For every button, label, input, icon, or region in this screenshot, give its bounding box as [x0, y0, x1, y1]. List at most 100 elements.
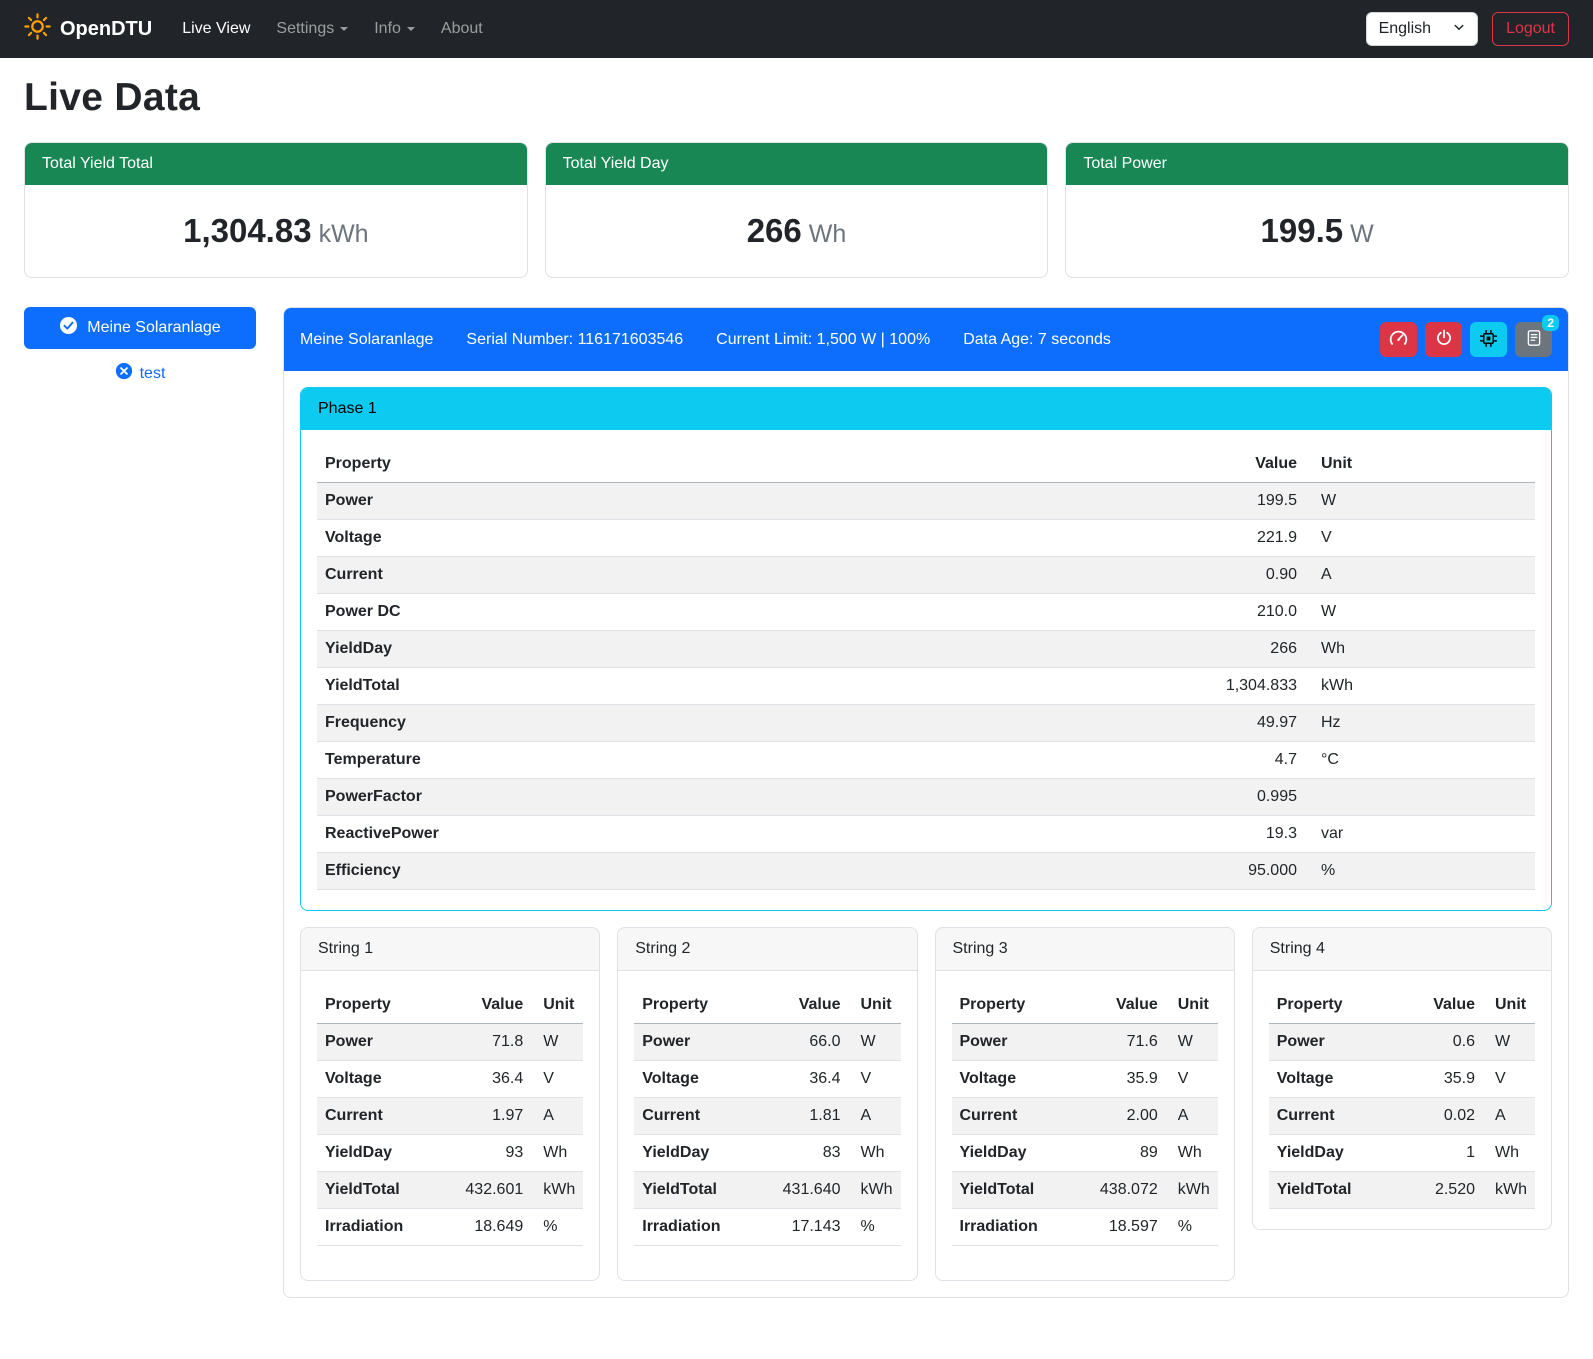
row-unit: A: [1305, 557, 1535, 594]
event-log-button[interactable]: 2: [1515, 322, 1552, 357]
power-control-button[interactable]: [1425, 322, 1462, 357]
strings-row: String 1 Property Value Unit: [300, 927, 1552, 1281]
summary-card-total-power: Total Power 199.5W: [1065, 142, 1569, 278]
inverter-serial: Serial Number: 116171603546: [466, 331, 683, 349]
column-value: Value: [1072, 987, 1166, 1024]
nav-item-settings[interactable]: Settings: [266, 12, 358, 46]
summary-card-title: Total Yield Total: [25, 143, 527, 185]
row-value: 1: [1400, 1135, 1483, 1172]
inverter-limit: Current Limit: 1,500 W | 100%: [716, 331, 930, 349]
column-property: Property: [317, 987, 437, 1024]
table-row: Temperature 4.7 °C: [317, 742, 1535, 779]
inverter-card: Meine Solaranlage Serial Number: 1161716…: [283, 307, 1569, 1298]
string-body: Property Value Unit Power: [618, 971, 916, 1280]
row-value: 35.9: [1072, 1061, 1166, 1098]
row-value: 210.0: [908, 594, 1305, 631]
row-unit: V: [849, 1061, 901, 1098]
limit-settings-button[interactable]: [1380, 322, 1417, 357]
table-row: Efficiency 95.000 %: [317, 853, 1535, 890]
column-value: Value: [908, 446, 1305, 483]
row-unit: V: [1166, 1061, 1218, 1098]
language-select[interactable]: English: [1366, 12, 1478, 46]
logout-button[interactable]: Logout: [1492, 12, 1569, 46]
row-property: Irradiation: [317, 1209, 437, 1246]
table-row: Voltage 35.9 V: [1269, 1061, 1535, 1098]
row-value: 49.97: [908, 705, 1305, 742]
device-info-button[interactable]: [1470, 322, 1507, 357]
inverter-button-selected[interactable]: Meine Solaranlage: [24, 307, 256, 349]
column-unit: Unit: [531, 987, 583, 1024]
row-unit: kWh: [1483, 1172, 1535, 1209]
value-number: 199.5: [1261, 212, 1344, 249]
table-row: YieldDay 266 Wh: [317, 631, 1535, 668]
table-row: YieldDay 93 Wh: [317, 1135, 583, 1172]
nav-item-live-view[interactable]: Live View: [172, 12, 260, 46]
row-unit: kWh: [1166, 1172, 1218, 1209]
row-value: 4.7: [908, 742, 1305, 779]
inverter-button-test[interactable]: test: [105, 358, 176, 389]
row-property: YieldDay: [634, 1135, 754, 1172]
inverter-button-label: Meine Solaranlage: [87, 319, 220, 337]
row-unit: Wh: [849, 1135, 901, 1172]
inverter-button-label: test: [140, 365, 166, 383]
column-unit: Unit: [849, 987, 901, 1024]
row-unit: W: [1483, 1024, 1535, 1061]
gauge-icon: [1389, 329, 1408, 351]
row-unit: W: [1166, 1024, 1218, 1061]
row-unit: Wh: [1483, 1135, 1535, 1172]
row-value: 0.6: [1400, 1024, 1483, 1061]
column-property: Property: [634, 987, 754, 1024]
brand-label: OpenDTU: [60, 18, 152, 41]
page-title: Live Data: [24, 76, 1569, 120]
nav-item-info[interactable]: Info: [364, 12, 425, 46]
table-header-row: Property Value Unit: [1269, 987, 1535, 1024]
row-unit: kWh: [1305, 668, 1535, 705]
string-title: String 2: [618, 928, 916, 971]
event-count-badge: 2: [1542, 315, 1559, 331]
table-row: Current 0.90 A: [317, 557, 1535, 594]
row-value: 266: [908, 631, 1305, 668]
string-body: Property Value Unit Power: [1253, 971, 1551, 1229]
row-property: Irradiation: [952, 1209, 1072, 1246]
column-value: Value: [754, 987, 848, 1024]
row-value: 0.02: [1400, 1098, 1483, 1135]
row-value: 1.81: [754, 1098, 848, 1135]
row-property: Power: [317, 1024, 437, 1061]
column-unit: Unit: [1305, 446, 1535, 483]
row-unit: A: [531, 1098, 583, 1135]
main-row: Meine Solaranlage test Meine Solaranlage…: [24, 307, 1569, 1298]
column-property: Property: [952, 987, 1072, 1024]
string-card-1: String 1 Property Value Unit: [300, 927, 600, 1281]
row-unit: Wh: [531, 1135, 583, 1172]
summary-card-value: 199.5W: [1066, 185, 1568, 277]
nav-item-about[interactable]: About: [431, 12, 493, 46]
inverter-header-buttons: 2: [1380, 322, 1552, 357]
value-number: 266: [747, 212, 802, 249]
phase-table: Property Value Unit Power: [317, 446, 1535, 890]
string-table: Property Value Unit Power: [317, 987, 583, 1246]
row-property: Voltage: [952, 1061, 1072, 1098]
row-property: Power: [1269, 1024, 1400, 1061]
row-property: YieldTotal: [317, 668, 908, 705]
table-row: Current 1.81 A: [634, 1098, 900, 1135]
row-property: YieldDay: [317, 631, 908, 668]
table-row: Power 66.0 W: [634, 1024, 900, 1061]
table-row: YieldDay 89 Wh: [952, 1135, 1218, 1172]
brand[interactable]: OpenDTU: [24, 13, 152, 46]
row-property: YieldDay: [952, 1135, 1072, 1172]
row-value: 18.649: [437, 1209, 531, 1246]
row-value: 199.5: [908, 483, 1305, 520]
value-unit: kWh: [319, 220, 369, 248]
row-value: 36.4: [754, 1061, 848, 1098]
row-property: Power: [634, 1024, 754, 1061]
string-card-4: String 4 Property Value Unit: [1252, 927, 1552, 1230]
string-title: String 4: [1253, 928, 1551, 971]
row-unit: %: [1166, 1209, 1218, 1246]
row-value: 83: [754, 1135, 848, 1172]
table-row: Voltage 36.4 V: [317, 1061, 583, 1098]
table-row: Frequency 49.97 Hz: [317, 705, 1535, 742]
row-unit: W: [1305, 483, 1535, 520]
table-row: YieldDay 83 Wh: [634, 1135, 900, 1172]
table-row: YieldTotal 432.601 kWh: [317, 1172, 583, 1209]
journal-icon: [1525, 329, 1543, 350]
